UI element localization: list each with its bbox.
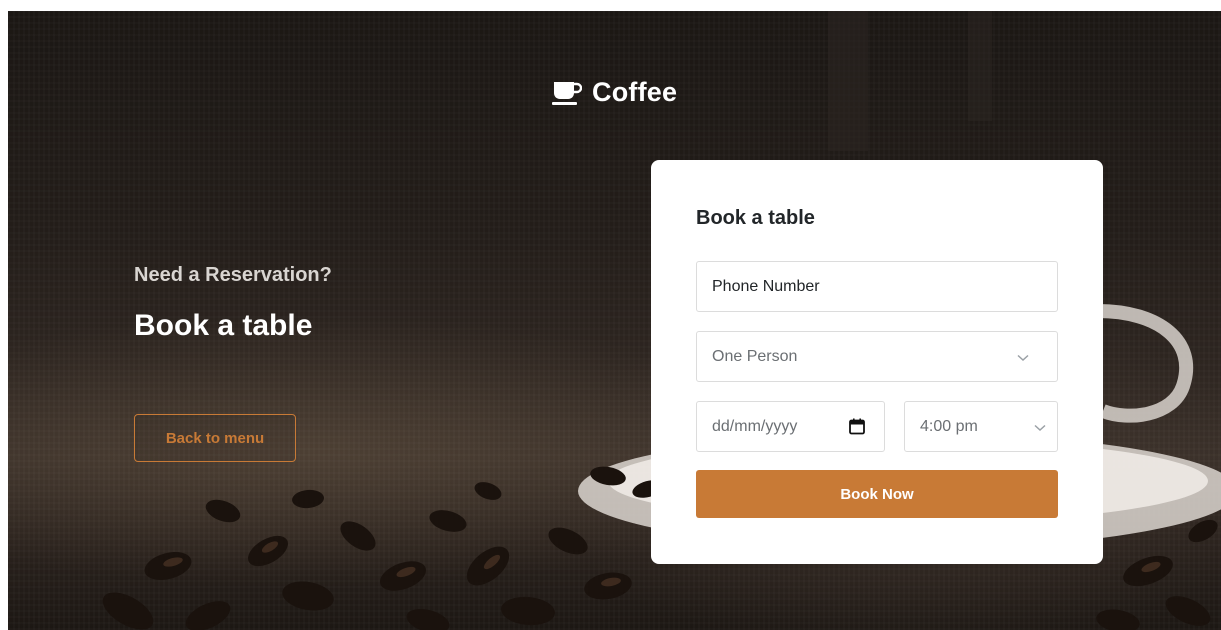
date-placeholder: dd/mm/yyyy <box>712 417 798 435</box>
persons-selected-value: One Person <box>712 347 798 365</box>
back-to-menu-button[interactable]: Back to menu <box>134 414 296 462</box>
chevron-down-icon <box>1034 424 1046 432</box>
phone-number-value: Phone Number <box>712 277 820 295</box>
time-select[interactable]: 4:00 pm <box>904 401 1058 452</box>
booking-card-title: Book a table <box>696 207 815 229</box>
coffee-cup-icon <box>552 81 582 105</box>
hero-title: Book a table <box>134 309 313 342</box>
book-now-button[interactable]: Book Now <box>696 470 1058 518</box>
persons-select[interactable]: One Person <box>696 331 1058 382</box>
hero-section: Coffee Need a Reservation? Book a table … <box>8 11 1221 630</box>
hero-kicker: Need a Reservation? <box>134 264 332 286</box>
brand-logo[interactable]: Coffee <box>552 77 677 108</box>
phone-number-field[interactable]: Phone Number <box>696 261 1058 312</box>
chevron-down-icon <box>1017 354 1029 362</box>
brand-name: Coffee <box>592 77 678 107</box>
time-selected-value: 4:00 pm <box>920 417 978 435</box>
date-input[interactable]: dd/mm/yyyy <box>696 401 885 452</box>
calendar-icon[interactable] <box>849 418 865 435</box>
booking-card: Book a table Phone Number One Person dd/… <box>651 160 1103 564</box>
